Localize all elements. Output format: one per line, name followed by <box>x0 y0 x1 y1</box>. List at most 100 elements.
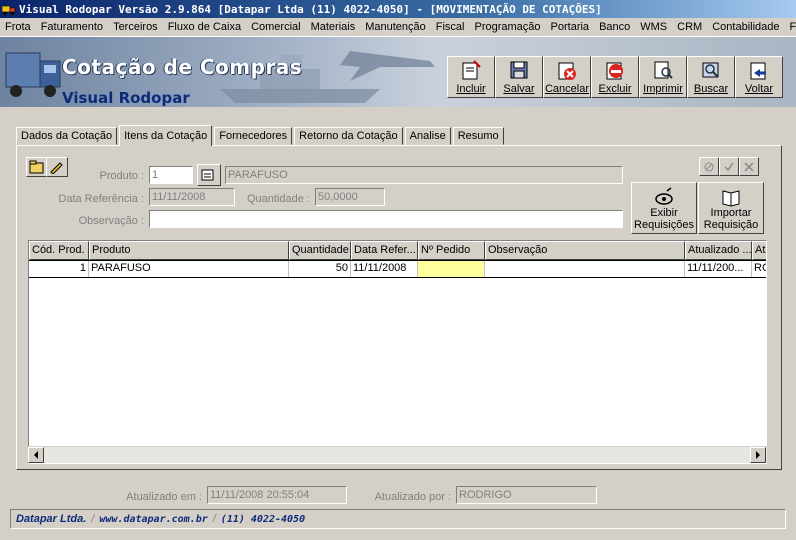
tab-analise[interactable]: Analise <box>404 127 451 145</box>
quantidade-label: Quantidade : <box>247 193 310 205</box>
voltar-label: Voltar <box>744 83 774 95</box>
window-titlebar: Visual Rodopar Versão 2.9.864 [Datapar L… <box>0 0 796 18</box>
menu-bar: Frota Faturamento Terceiros Fluxo de Cai… <box>0 18 796 37</box>
print-preview-icon <box>654 61 673 79</box>
add-document-icon <box>462 60 481 80</box>
atualizado-por-label: Atualizado por : <box>374 491 451 503</box>
exibir-line2: Requisições <box>634 219 694 231</box>
data-referencia-field[interactable]: 11/11/2008 <box>149 188 235 206</box>
col-atualizado[interactable]: Atualizado ... <box>685 241 752 260</box>
cell-data-referencia: 11/11/2008 <box>351 261 418 277</box>
cancelar-button[interactable]: Cancelar <box>543 56 591 98</box>
tab-retorno-da-cotacao[interactable]: Retorno da Cotação <box>294 127 403 145</box>
banner-title: Cotação de Compras <box>62 55 303 79</box>
block-icon <box>704 162 714 171</box>
cell-cod-prod: 1 <box>29 261 89 277</box>
footer-separator: / <box>91 513 95 525</box>
back-arrow-icon <box>750 62 766 80</box>
menu-comercial[interactable]: Comercial <box>246 21 306 33</box>
menu-frota[interactable]: Frota <box>0 21 36 33</box>
excluir-label: Excluir <box>598 83 632 95</box>
table-row[interactable]: 1 PARAFUSO 50 11/11/2008 11/11/200... RO <box>29 260 766 278</box>
tab-resumo[interactable]: Resumo <box>452 127 504 145</box>
menu-f[interactable]: F <box>785 21 796 33</box>
importar-line1: Importar <box>710 207 752 219</box>
atualizado-por-field: RODRIGO <box>456 486 597 504</box>
scroll-left-button[interactable] <box>28 447 44 463</box>
imprimir-button[interactable]: Imprimir <box>639 56 687 98</box>
close-icon <box>744 161 754 172</box>
close-button[interactable] <box>739 157 759 176</box>
menu-contabilidade[interactable]: Contabilidade <box>707 21 784 33</box>
salvar-label: Salvar <box>503 83 535 95</box>
quantidade-field[interactable]: 50,0000 <box>315 188 385 206</box>
footer-site[interactable]: www.datapar.com.br <box>99 514 207 525</box>
menu-materiais[interactable]: Materiais <box>306 21 361 33</box>
view-requisitions-icon <box>655 187 673 205</box>
truck-app-icon <box>2 5 16 15</box>
menu-wms[interactable]: WMS <box>635 21 672 33</box>
importar-requisicao-button[interactable]: Importar Requisição <box>698 182 764 234</box>
menu-manutencao[interactable]: Manutenção <box>360 21 431 33</box>
col-produto[interactable]: Produto <box>89 241 289 260</box>
footer-separator: / <box>212 513 216 525</box>
confirm-button[interactable] <box>719 157 739 176</box>
col-quantidade[interactable]: Quantidade <box>289 241 351 260</box>
footer-bar: Datapar Ltda. / www.datapar.com.br / (11… <box>10 509 786 529</box>
observacao-label: Observação : <box>78 215 144 227</box>
cell-produto: PARAFUSO <box>89 261 289 277</box>
atualizado-em-label: Atualizado em : <box>126 491 202 503</box>
data-referencia-label: Data Referência : <box>58 193 144 205</box>
menu-programacao[interactable]: Programação <box>469 21 545 33</box>
produto-description-field: PARAFUSO <box>225 166 623 184</box>
scroll-right-button[interactable] <box>750 447 766 463</box>
items-grid[interactable]: Cód. Prod. Produto Quantidade Data Refer… <box>28 240 767 464</box>
check-icon <box>724 162 734 171</box>
menu-faturamento[interactable]: Faturamento <box>36 21 108 33</box>
buscar-button[interactable]: Buscar <box>687 56 735 98</box>
tab-fornecedores[interactable]: Fornecedores <box>214 127 293 145</box>
cancel-icon <box>558 62 576 80</box>
tab-strip: Dados da Cotação Itens da Cotação Fornec… <box>16 125 506 146</box>
footer-phone: (11) 4022-4050 <box>220 513 306 525</box>
tab-dados-da-cotacao[interactable]: Dados da Cotação <box>16 127 118 145</box>
cancelar-label: Cancelar <box>544 83 590 95</box>
banner-subtitle: Visual Rodopar <box>62 89 190 107</box>
arrow-right-icon <box>756 451 760 459</box>
col-atualizado-por[interactable]: Atu <box>752 241 766 260</box>
open-book-icon <box>722 190 740 207</box>
produto-lookup-button[interactable] <box>197 164 221 186</box>
save-disk-icon <box>510 61 528 79</box>
cell-numero-pedido[interactable] <box>418 261 485 277</box>
exibir-requisicoes-button[interactable]: Exibir Requisições <box>631 182 697 234</box>
menu-crm[interactable]: CRM <box>672 21 707 33</box>
produto-label: Produto : <box>99 170 144 182</box>
col-data-referencia[interactable]: Data Refer... <box>351 241 418 260</box>
col-cod-prod[interactable]: Cód. Prod. <box>29 241 89 260</box>
produto-code-field[interactable]: 1 <box>149 166 193 184</box>
menu-banco[interactable]: Banco <box>594 21 635 33</box>
lookup-icon <box>201 169 214 181</box>
window-title: Visual Rodopar Versão 2.9.864 [Datapar L… <box>19 2 602 16</box>
incluir-button[interactable]: Incluir <box>447 56 495 98</box>
tab-itens-da-cotacao[interactable]: Itens da Cotação <box>119 125 213 146</box>
menu-portaria[interactable]: Portaria <box>546 21 595 33</box>
observacao-field[interactable] <box>149 210 623 228</box>
arrow-left-icon <box>34 451 38 459</box>
buscar-label: Buscar <box>693 83 729 95</box>
salvar-button[interactable]: Salvar <box>495 56 543 98</box>
excluir-button[interactable]: Excluir <box>591 56 639 98</box>
menu-fluxo-de-caixa[interactable]: Fluxo de Caixa <box>163 21 246 33</box>
col-numero-pedido[interactable]: Nº Pedido <box>418 241 485 260</box>
delete-icon <box>606 62 623 80</box>
cell-atualizado: 11/11/200... <box>685 261 752 277</box>
exibir-line1: Exibir <box>650 207 678 219</box>
col-observacao[interactable]: Observação <box>485 241 685 260</box>
voltar-button[interactable]: Voltar <box>735 56 783 98</box>
menu-fiscal[interactable]: Fiscal <box>431 21 470 33</box>
truck-illustration <box>5 52 61 97</box>
cell-atualizado-por: RO <box>752 261 766 277</box>
disabled-action-button-1[interactable] <box>699 157 719 176</box>
menu-terceiros[interactable]: Terceiros <box>108 21 163 33</box>
grid-horizontal-scrollbar[interactable] <box>28 446 767 463</box>
